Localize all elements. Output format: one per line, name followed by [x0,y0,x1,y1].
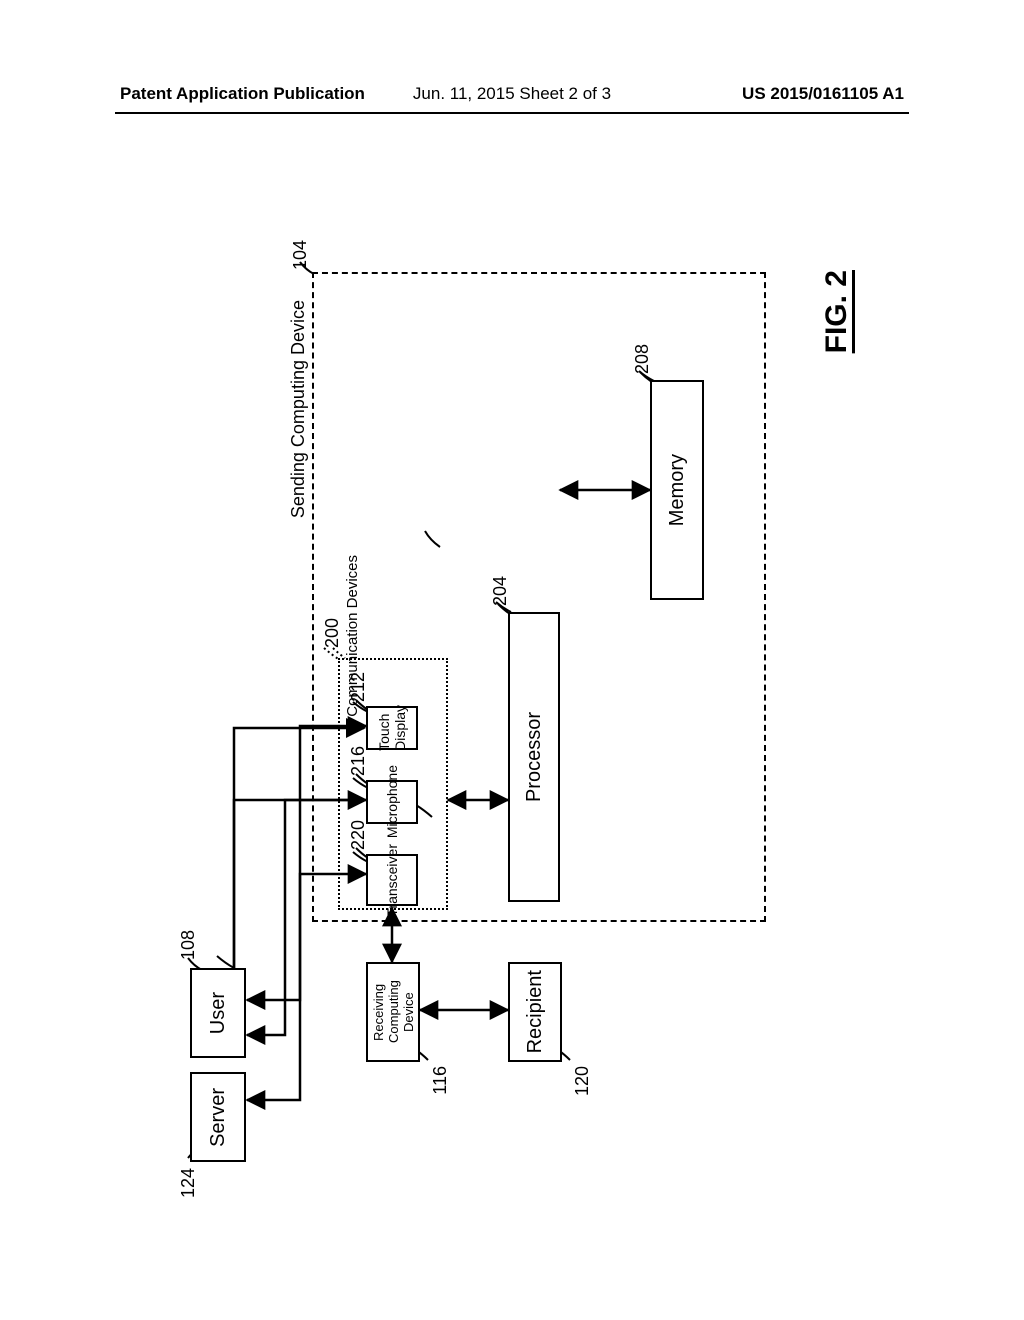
ref-120: 120 [572,1066,593,1096]
figure-label: FIG. 2 [820,270,854,353]
receiving-device-label: Receiving Computing Device [371,964,416,1060]
server-label: Server [207,1088,230,1147]
touch-display-label: Touch Display [376,705,408,751]
microphone-label: Microphone [384,765,400,838]
recipient-block: Recipient [508,962,562,1062]
sending-device-title: Sending Computing Device [288,300,309,518]
recipient-label: Recipient [524,970,547,1053]
ref-124: 124 [178,1168,199,1198]
transceiver-block: Transceiver [366,854,418,906]
processor-block: Processor [508,612,560,902]
ref-104: 104 [290,240,311,270]
ref-204: 204 [490,576,511,606]
user-label: User [207,992,230,1034]
server-block: Server [190,1072,246,1162]
ref-212: 212 [348,672,369,702]
receiving-device-block: Receiving Computing Device [366,962,420,1062]
touch-display-block: Touch Display [366,706,418,750]
memory-label: Memory [666,454,689,526]
ref-116: 116 [430,1066,451,1095]
transceiver-label: Transceiver [384,844,400,917]
processor-label: Processor [523,712,546,802]
ref-216: 216 [348,746,369,776]
ref-108: 108 [178,930,199,960]
microphone-block: Microphone [366,780,418,824]
ref-208: 208 [632,344,653,374]
ref-220: 220 [348,820,369,850]
user-block: User [190,968,246,1058]
ref-200: 200 [322,618,343,648]
memory-block: Memory [650,380,704,600]
